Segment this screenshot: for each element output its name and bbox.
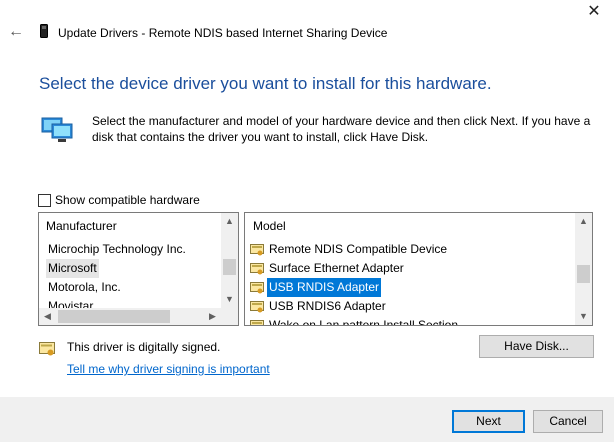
- network-hardware-icon: [41, 117, 73, 142]
- list-item[interactable]: Remote NDIS Compatible Device: [245, 240, 575, 259]
- list-item[interactable]: USB RNDIS Adapter: [245, 278, 575, 297]
- show-compatible-checkbox[interactable]: [38, 193, 51, 207]
- model-list[interactable]: Model Remote NDIS Compatible Device Surf…: [244, 212, 593, 326]
- list-item[interactable]: USB RNDIS6 Adapter: [245, 297, 575, 316]
- scroll-left-icon[interactable]: ◀: [39, 308, 56, 325]
- instructions-text: Select the manufacturer and model of you…: [92, 114, 591, 144]
- page-heading: Select the device driver you want to ins…: [39, 74, 492, 93]
- model-header: Model: [253, 219, 286, 233]
- have-disk-button[interactable]: Have Disk...: [479, 335, 594, 358]
- next-button[interactable]: Next: [452, 410, 525, 433]
- window-title: Update Drivers - Remote NDIS based Inter…: [58, 26, 388, 40]
- manufacturer-horizontal-scrollbar[interactable]: ◀ ▶: [39, 308, 221, 325]
- usb-device-icon: [40, 24, 48, 38]
- scroll-thumb[interactable]: [58, 310, 170, 323]
- scroll-up-icon[interactable]: ▲: [575, 213, 592, 230]
- back-arrow-icon[interactable]: ←: [6, 22, 26, 42]
- driver-signing-link[interactable]: Tell me why driver signing is important: [67, 362, 270, 376]
- list-item[interactable]: Surface Ethernet Adapter: [245, 259, 575, 278]
- scroll-right-icon[interactable]: ▶: [204, 308, 221, 325]
- certificate-icon: [250, 301, 264, 313]
- certificate-icon: [250, 263, 264, 275]
- manufacturer-list[interactable]: Manufacturer Microchip Technology Inc. M…: [38, 212, 239, 326]
- show-compatible-label[interactable]: Show compatible hardware: [55, 193, 200, 207]
- close-icon[interactable]: ✕: [582, 2, 606, 22]
- scroll-down-icon[interactable]: ▼: [221, 291, 238, 308]
- list-item[interactable]: Motorola, Inc.: [39, 278, 221, 297]
- certificate-icon: [250, 320, 264, 325]
- scroll-thumb[interactable]: [223, 259, 236, 275]
- cancel-button[interactable]: Cancel: [533, 410, 603, 433]
- scroll-corner: [221, 308, 238, 325]
- model-vertical-scrollbar[interactable]: ▲ ▼: [575, 213, 592, 325]
- signed-certificate-icon: [39, 342, 55, 356]
- show-compatible-hardware[interactable]: Show compatible hardware: [38, 193, 200, 207]
- scroll-up-icon[interactable]: ▲: [221, 213, 238, 230]
- scroll-down-icon[interactable]: ▼: [575, 308, 592, 325]
- certificate-icon: [250, 244, 264, 256]
- scroll-thumb[interactable]: [577, 265, 590, 283]
- list-item[interactable]: Microsoft: [39, 259, 221, 278]
- certificate-icon: [250, 282, 264, 294]
- manufacturer-header: Manufacturer: [46, 219, 117, 233]
- signed-status-text: This driver is digitally signed.: [67, 340, 221, 354]
- manufacturer-vertical-scrollbar[interactable]: ▲ ▼: [221, 213, 238, 308]
- list-item[interactable]: Microchip Technology Inc.: [39, 240, 221, 259]
- list-item[interactable]: Wake on Lan pattern Install Section: [245, 316, 575, 325]
- title-bar: ← Update Drivers - Remote NDIS based Int…: [0, 0, 614, 60]
